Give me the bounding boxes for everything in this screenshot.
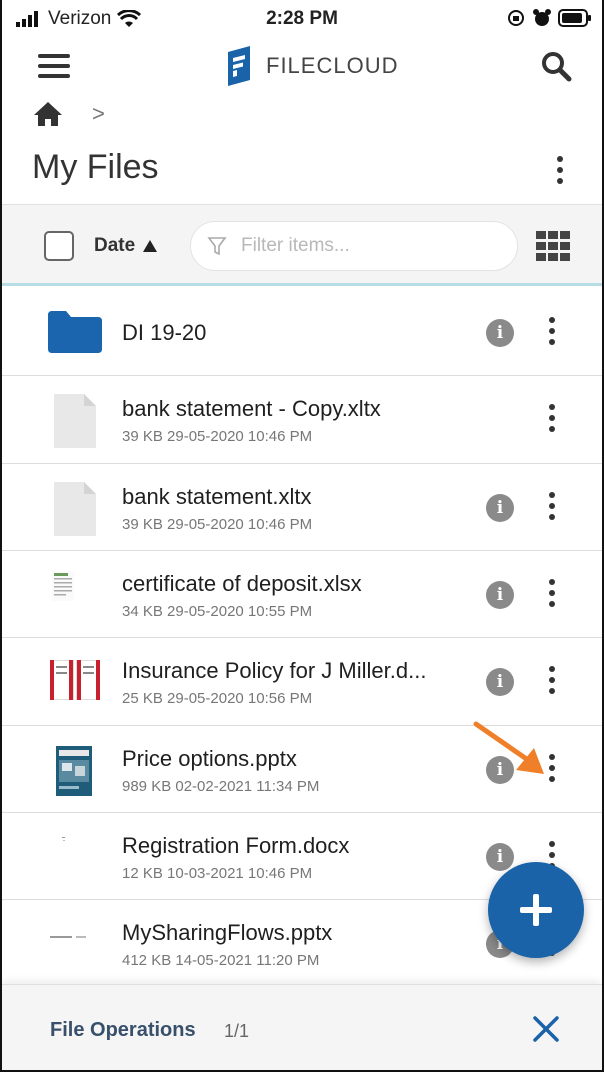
info-icon[interactable]: i (486, 668, 514, 696)
generic-file-icon (54, 394, 96, 448)
presentation-thumbnail-icon (56, 746, 92, 796)
file-row[interactable]: certificate of deposit.xlsx 34 KB 29-05-… (2, 551, 602, 638)
row-more-icon[interactable] (546, 317, 558, 351)
file-meta: 412 KB 14-05-2021 11:20 PM (122, 952, 320, 969)
status-bar: Verizon 2:28 PM (2, 0, 602, 38)
file-operations-count: 1/1 (224, 1021, 250, 1041)
info-icon[interactable]: i (486, 319, 514, 347)
filecloud-logo-icon (228, 46, 250, 86)
file-row-folder[interactable]: DI 19-20 i (2, 289, 602, 376)
file-row[interactable]: Insurance Policy for J Miller.d... 25 KB… (2, 638, 602, 726)
row-more-icon[interactable] (546, 579, 558, 613)
breadcrumb: > (32, 100, 105, 128)
file-meta: 12 KB 10-03-2021 10:46 PM (122, 865, 313, 882)
file-name: bank statement.xltx (122, 484, 312, 509)
row-more-icon[interactable] (546, 666, 558, 700)
file-meta: 25 KB 29-05-2020 10:56 PM (122, 690, 313, 707)
logo-text: FILECLOUD (266, 53, 399, 78)
file-name: Price options.pptx (122, 746, 297, 771)
file-row[interactable]: bank statement - Copy.xltx 39 KB 29-05-2… (2, 376, 602, 464)
file-name: Insurance Policy for J Miller.d... (122, 658, 427, 683)
search-icon[interactable] (540, 50, 572, 82)
file-name: MySharingFlows.pptx (122, 920, 333, 945)
rotation-lock-icon (508, 10, 524, 26)
filter-field[interactable] (190, 221, 518, 271)
file-meta: 34 KB 29-05-2020 10:55 PM (122, 603, 313, 620)
folder-icon (48, 311, 102, 353)
grid-view-icon[interactable] (536, 231, 570, 261)
home-icon[interactable] (32, 100, 64, 128)
presentation-thumbnail-icon (50, 936, 86, 938)
row-more-icon[interactable] (546, 492, 558, 526)
file-meta: 39 KB 29-05-2020 10:46 PM (122, 516, 313, 533)
hamburger-menu-icon[interactable] (38, 54, 70, 78)
filter-input[interactable] (241, 235, 491, 257)
file-name: certificate of deposit.xlsx (122, 571, 362, 596)
file-name: Registration Form.docx (122, 833, 350, 858)
sort-button[interactable]: Date (94, 235, 158, 257)
generic-file-icon (54, 482, 96, 536)
close-icon[interactable] (530, 1013, 562, 1045)
file-name: bank statement - Copy.xltx (122, 396, 381, 421)
spreadsheet-thumbnail-icon (52, 571, 74, 601)
file-name: DI 19-20 (122, 320, 207, 345)
file-meta: 39 KB 29-05-2020 10:46 PM (122, 428, 313, 445)
app-logo: FILECLOUD (224, 46, 398, 86)
sort-label: Date (94, 235, 136, 256)
list-toolbar: Date (2, 204, 602, 286)
alarm-icon (533, 9, 551, 26)
file-operations-label: File Operations (50, 1019, 196, 1041)
info-icon[interactable]: i (486, 581, 514, 609)
add-button[interactable] (488, 862, 584, 958)
app-screen: Verizon 2:28 PM FILECLOUD > My Files Dat… (0, 0, 604, 1072)
sort-ascending-icon (143, 240, 158, 252)
breadcrumb-separator: > (92, 101, 105, 126)
app-header: FILECLOUD (2, 38, 602, 94)
file-operations-bar[interactable]: File Operations 1/1 (2, 984, 602, 1070)
file-row[interactable]: bank statement.xltx 39 KB 29-05-2020 10:… (2, 464, 602, 551)
filter-icon (207, 237, 227, 256)
page-title: My Files (32, 148, 159, 186)
more-options-icon[interactable] (552, 152, 568, 188)
battery-icon (558, 9, 591, 27)
info-icon[interactable]: i (486, 494, 514, 522)
row-more-icon[interactable] (546, 404, 558, 438)
file-meta: 989 KB 02-02-2021 11:34 PM (122, 778, 320, 795)
select-all-checkbox[interactable] (44, 231, 74, 261)
document-thumbnail-icon (62, 837, 65, 841)
document-thumbnail-icon (50, 660, 100, 700)
info-icon[interactable]: i (486, 843, 514, 871)
annotation-arrow-icon (473, 721, 544, 774)
status-right (506, 8, 592, 28)
